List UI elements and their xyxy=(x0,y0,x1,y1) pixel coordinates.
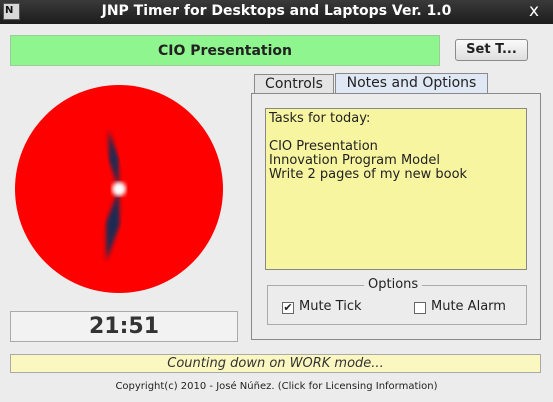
notes-line: Innovation Program Model xyxy=(269,153,440,168)
set-task-button[interactable]: Set T... xyxy=(455,39,528,61)
mute-alarm-checkbox[interactable] xyxy=(414,302,426,314)
mute-alarm-label[interactable]: Mute Alarm xyxy=(431,299,506,314)
notes-line: CIO Presentation xyxy=(269,139,378,154)
title-bar[interactable]: N JNP Timer for Desktops and Laptops Ver… xyxy=(0,0,553,24)
mute-tick-label[interactable]: Mute Tick xyxy=(299,299,362,314)
clock-center xyxy=(112,182,126,196)
notes-line xyxy=(269,126,523,140)
copyright-link[interactable]: Copyright(c) 2010 - José Núñez. (Click f… xyxy=(0,381,553,392)
analog-clock xyxy=(15,85,223,293)
tab-notes-and-options[interactable]: Notes and Options xyxy=(335,73,488,94)
options-title: Options xyxy=(364,277,423,292)
mute-tick-checkbox[interactable]: ✔ xyxy=(282,302,294,314)
close-icon[interactable]: x xyxy=(529,1,539,21)
tab-controls[interactable]: Controls xyxy=(254,74,334,94)
status-bar: Counting down on WORK mode... xyxy=(10,354,541,373)
notes-textarea[interactable]: Tasks for today: CIO Presentation Innova… xyxy=(265,108,527,270)
notes-line: Write 2 pages of my new book xyxy=(269,167,468,182)
notes-line: Tasks for today: xyxy=(269,111,371,126)
countdown-time: 21:51 xyxy=(10,311,238,342)
current-task-banner: CIO Presentation xyxy=(10,35,440,66)
window-title: JNP Timer for Desktops and Laptops Ver. … xyxy=(101,3,452,19)
